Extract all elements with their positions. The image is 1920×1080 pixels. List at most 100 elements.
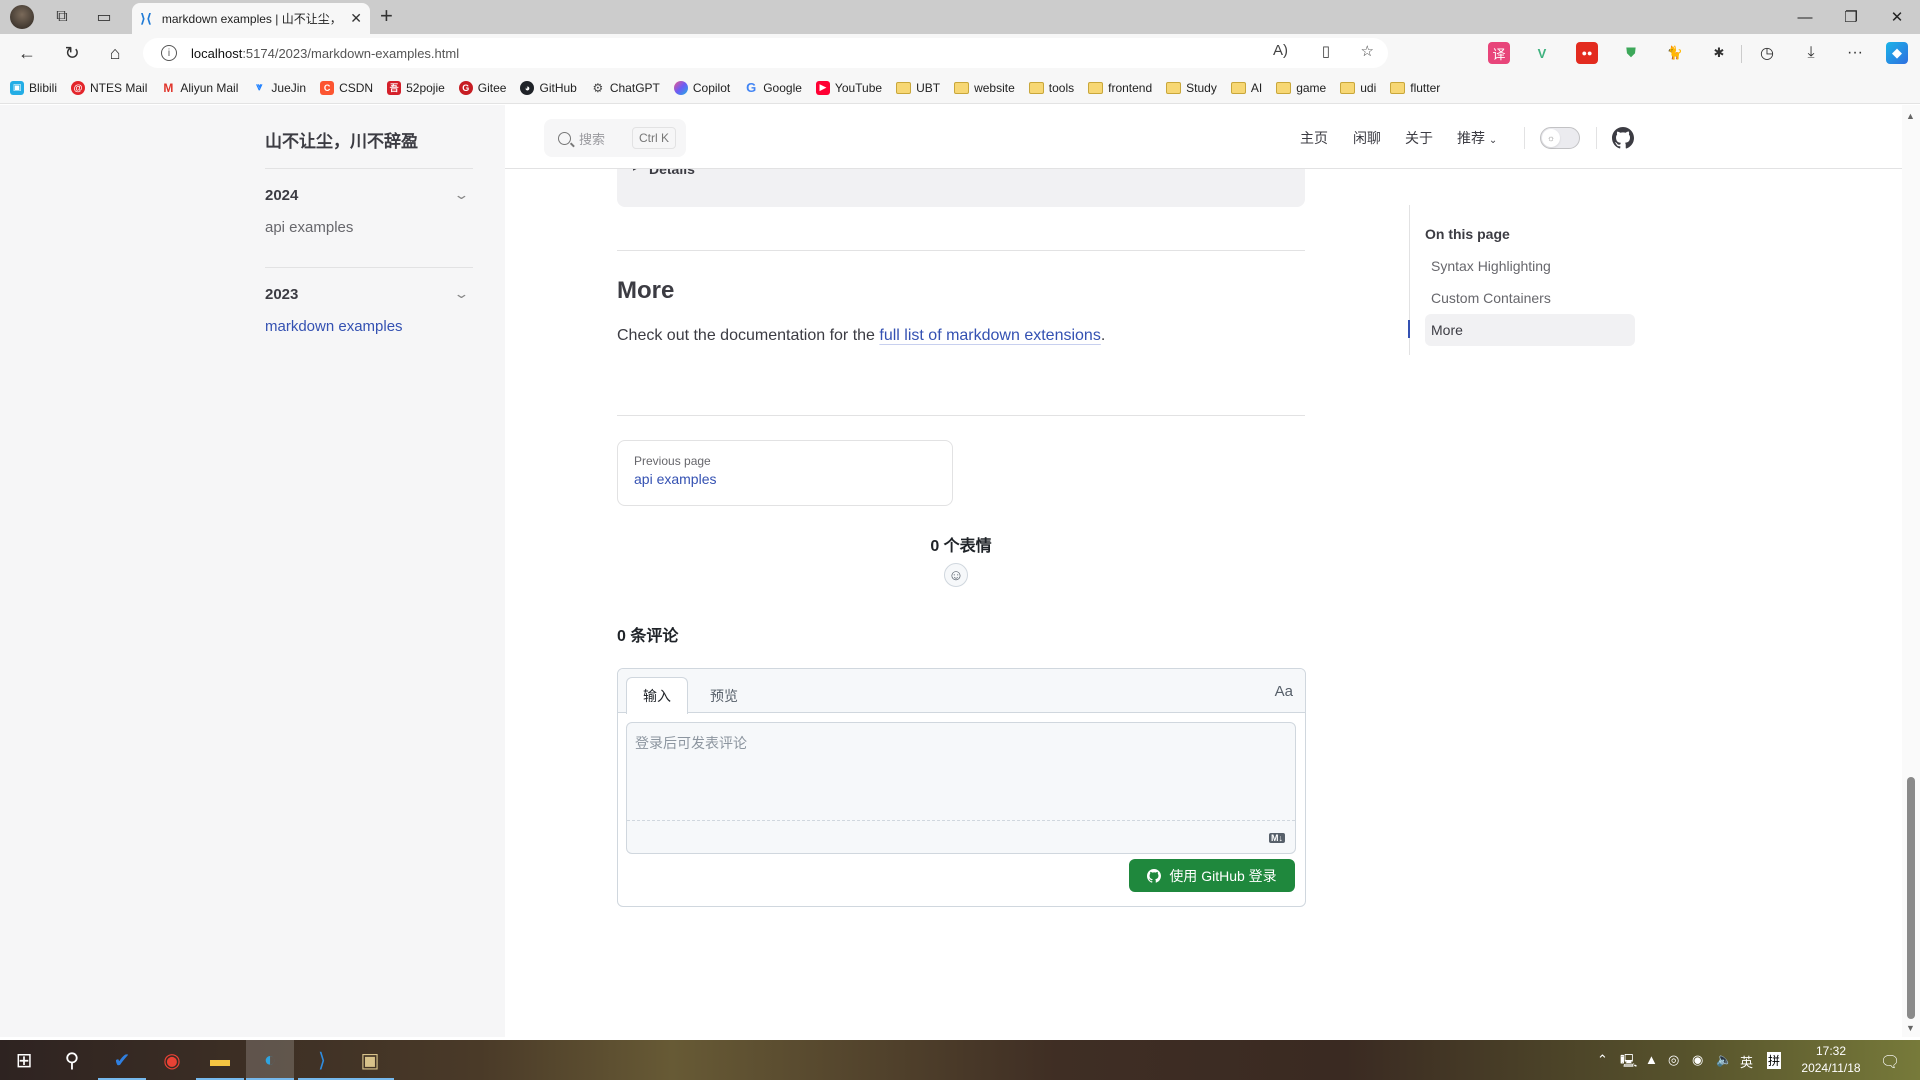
ime-mode[interactable]: 拼 [1767, 1052, 1782, 1069]
github-icon[interactable] [1612, 127, 1634, 149]
bookmark-item[interactable]: @ NTES Mail [71, 80, 147, 95]
todo-app-icon[interactable]: ✔ [98, 1040, 146, 1080]
network-icon[interactable]: 🖳 [1620, 1052, 1637, 1074]
site-title[interactable]: 山不让尘，川不辞盈 [265, 127, 418, 152]
new-tab-button[interactable]: + [380, 3, 393, 29]
theme-toggle[interactable]: ☼ [1540, 127, 1580, 149]
tray-overflow-icon[interactable]: ⌃ [1597, 1052, 1608, 1068]
ime-language[interactable]: 英 [1740, 1052, 1753, 1071]
scroll-up-arrow-icon[interactable]: ▲ [1906, 111, 1915, 121]
site-info-icon[interactable]: i [161, 45, 177, 61]
nav-home[interactable]: 主页 [1300, 128, 1328, 148]
search-button[interactable]: 搜索 Ctrl K [544, 119, 686, 157]
bookmark-folder[interactable]: game [1276, 81, 1326, 95]
sidebar-item-markdown-examples[interactable]: markdown examples [265, 318, 403, 335]
chevron-down-icon[interactable]: ⌄ [453, 286, 469, 302]
vertical-tabs-icon[interactable]: ▭ [90, 3, 118, 31]
toc-item-custom-containers[interactable]: Custom Containers [1425, 282, 1635, 314]
chrome-icon[interactable]: ◉ [148, 1040, 196, 1080]
file-explorer-icon[interactable]: ▬ [196, 1040, 244, 1080]
sidebar-group-2024[interactable]: 2024 [265, 187, 298, 204]
back-button[interactable]: ← [12, 38, 42, 68]
cat-extension-icon[interactable]: 🐈 [1664, 42, 1686, 64]
windows-start-icon[interactable]: ⊞ [0, 1040, 48, 1080]
refresh-button[interactable]: ↻ [57, 38, 87, 68]
bookmark-item[interactable]: ▣ Blibili [10, 80, 57, 95]
nav-about[interactable]: 关于 [1405, 128, 1433, 148]
vue-devtools-icon[interactable]: V [1531, 42, 1553, 64]
sidebar-item-api-examples[interactable]: api examples [265, 219, 353, 236]
address-bar[interactable]: i localhost:5174/2023/markdown-examples.… [143, 38, 1388, 68]
bookmark-item[interactable]: ▶ YouTube [815, 80, 882, 95]
nav-recommend[interactable]: 推荐 ⌄ [1457, 128, 1497, 148]
font-toggle-button[interactable]: Aa [1275, 683, 1293, 700]
favorite-star-icon[interactable]: ☆ [1361, 42, 1374, 60]
read-aloud-icon[interactable]: A) [1273, 42, 1288, 59]
search-icon [558, 131, 571, 145]
tab-preview[interactable]: 预览 [694, 677, 754, 714]
scrollbar-thumb[interactable] [1907, 777, 1915, 1019]
translate-extension-icon[interactable]: 译 [1488, 42, 1510, 64]
bookmark-folder[interactable]: udi [1340, 81, 1376, 95]
bookmark-item[interactable]: Copilot [673, 80, 730, 95]
github-login-button[interactable]: 使用 GitHub 登录 [1129, 859, 1295, 892]
bookmark-item[interactable]: C CSDN [320, 80, 374, 95]
bookmark-item[interactable]: ⩔ JueJin [252, 81, 306, 95]
bookmark-folder[interactable]: frontend [1088, 81, 1152, 95]
app-package-icon[interactable]: ▣ [346, 1040, 394, 1080]
smiley-icon[interactable]: ☺ [944, 563, 968, 587]
close-tab-icon[interactable]: ✕ [350, 10, 362, 27]
bookmark-item[interactable]: G Gitee [458, 80, 506, 95]
page-scrollbar[interactable]: ▲ ▼ [1902, 105, 1920, 1037]
volume-icon[interactable]: 🔈 [1716, 1052, 1732, 1068]
csdn-icon: C [320, 80, 335, 95]
workspaces-icon[interactable]: ⧉ [48, 3, 76, 31]
edge-icon[interactable]: ◐ [246, 1040, 294, 1080]
search-icon[interactable]: ⚲ [48, 1040, 96, 1080]
bookmark-item[interactable]: G Google [744, 80, 802, 95]
previous-page-link[interactable]: Previous page api examples [617, 440, 953, 506]
folder-label: UBT [916, 80, 941, 95]
toc-item-more[interactable]: More [1425, 314, 1635, 346]
chevron-down-icon[interactable]: ⌄ [453, 187, 469, 203]
system-clock[interactable]: 17:32 2024/11/18 [1796, 1043, 1866, 1077]
tray-chat-icon[interactable]: ◎ [1668, 1052, 1679, 1068]
tray-app-icon[interactable]: ▲ [1645, 1052, 1658, 1067]
immersive-reader-icon[interactable]: ▯ [1322, 42, 1330, 60]
tray-app-icon[interactable]: ◉ [1692, 1052, 1703, 1068]
bookmark-item[interactable]: ◕ GitHub [520, 80, 577, 95]
scroll-down-arrow-icon[interactable]: ▼ [1906, 1023, 1915, 1033]
more-menu-icon[interactable]: ··· [1844, 42, 1866, 64]
copilot-sidebar-icon[interactable]: ◆ [1886, 42, 1908, 64]
bookmark-folder[interactable]: website [954, 81, 1015, 95]
downloads-icon[interactable]: ⤓ [1800, 42, 1822, 64]
notifications-icon[interactable]: 🗨 [1880, 1052, 1900, 1072]
vscode-icon[interactable]: ⟩ [298, 1040, 346, 1080]
tab-write[interactable]: 输入 [626, 677, 688, 714]
close-window-button[interactable]: ✕ [1874, 0, 1920, 34]
minimize-button[interactable]: — [1782, 0, 1828, 34]
bookmark-folder[interactable]: Study [1166, 81, 1217, 95]
bookmark-folder[interactable]: tools [1028, 81, 1074, 95]
toc-item-syntax-highlighting[interactable]: Syntax Highlighting [1425, 250, 1635, 282]
markdown-extensions-link[interactable]: full list of markdown extensions [879, 327, 1100, 344]
history-icon[interactable]: ◷ [1756, 42, 1778, 64]
bookmark-folder[interactable]: UBT [896, 81, 940, 95]
bookmark-item[interactable]: 吾 52pojie [387, 80, 445, 95]
bookmark-label: CSDN [339, 80, 374, 95]
bookmark-folder[interactable]: AI [1230, 81, 1262, 95]
home-button[interactable]: ⌂ [100, 38, 130, 68]
bookmark-item[interactable]: M Aliyun Mail [161, 81, 238, 95]
profile-avatar[interactable] [10, 5, 34, 29]
adguard-icon[interactable]: ⛊ [1620, 42, 1642, 64]
chatgpt-icon: ⚙ [592, 80, 604, 95]
bookmark-item[interactable]: ⚙ ChatGPT [591, 80, 659, 95]
sidebar-group-2023[interactable]: 2023 [265, 286, 298, 303]
nav-chat[interactable]: 闲聊 [1353, 128, 1381, 148]
comment-textarea[interactable]: 登录后可发表评论 M↓ [626, 722, 1296, 854]
red-extension-icon[interactable]: ●● [1576, 42, 1598, 64]
active-tab[interactable]: ⟩⟨ markdown examples | 山不让尘， ✕ [132, 3, 370, 34]
restore-button[interactable]: ❐ [1828, 0, 1874, 34]
bookmark-folder[interactable]: flutter [1390, 81, 1440, 95]
extensions-icon[interactable]: ✱ [1708, 42, 1730, 64]
